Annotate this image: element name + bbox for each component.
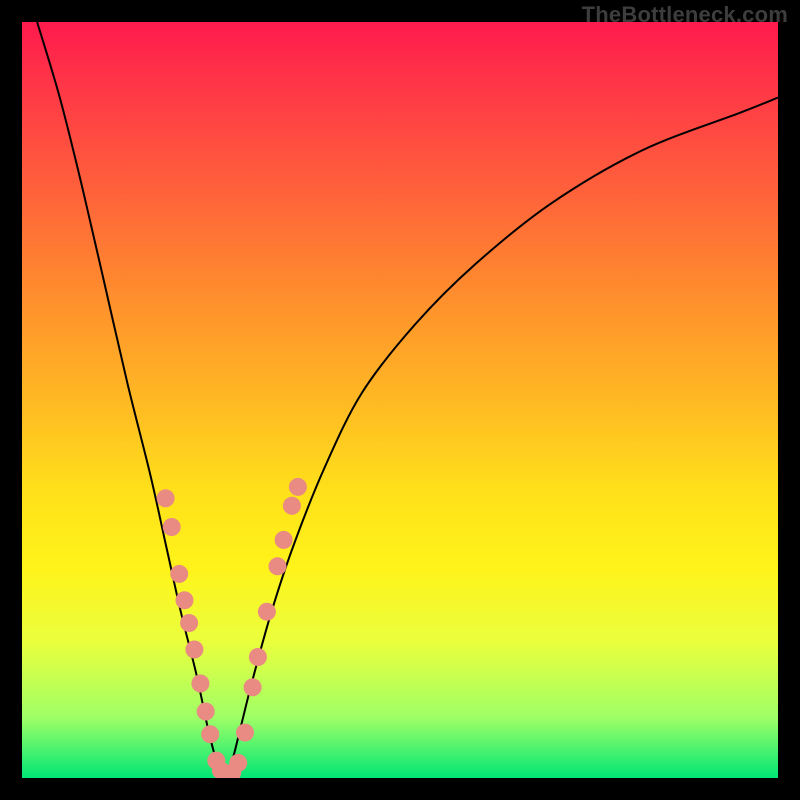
data-dot [217, 765, 235, 778]
data-dot [163, 518, 181, 536]
data-dot [207, 752, 225, 770]
chart-plot-area [22, 22, 778, 778]
data-dot [212, 761, 230, 778]
data-dot [283, 497, 301, 515]
data-dot [269, 557, 287, 575]
data-dot [258, 603, 276, 621]
data-dot [249, 648, 267, 666]
data-dot [236, 724, 254, 742]
data-dot [176, 591, 194, 609]
data-dot [170, 565, 188, 583]
highlighted-dots-group [157, 478, 307, 778]
data-dot [244, 678, 262, 696]
data-dot [229, 754, 247, 772]
data-dot [201, 725, 219, 743]
data-dot [185, 641, 203, 659]
data-dot [197, 703, 215, 721]
data-dot [289, 478, 307, 496]
watermark-text: TheBottleneck.com [582, 2, 788, 28]
data-dot [275, 531, 293, 549]
data-dot [157, 489, 175, 507]
data-dot [223, 764, 241, 778]
bottleneck-curve [37, 22, 778, 774]
chart-frame: TheBottleneck.com [0, 0, 800, 800]
data-dot [191, 675, 209, 693]
chart-svg [22, 22, 778, 778]
data-dot [180, 614, 198, 632]
